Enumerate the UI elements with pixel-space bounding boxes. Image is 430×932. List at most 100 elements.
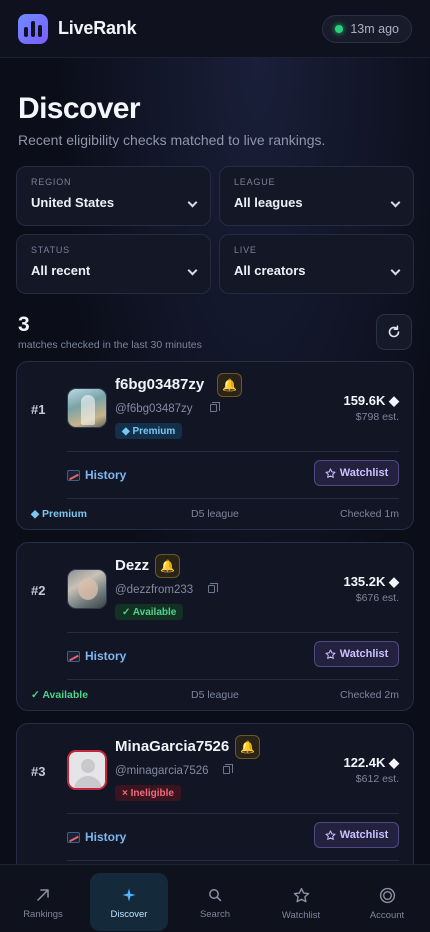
avatar (67, 388, 107, 428)
diamond-value: 159.6K ◆ (343, 393, 399, 408)
history-label: History (85, 468, 127, 482)
history-link[interactable]: History (67, 468, 126, 482)
history-label: History (85, 649, 127, 663)
tab-label: Rankings (23, 909, 63, 920)
footer-status: ◆ Premium (31, 508, 87, 520)
watchlist-label: Watchlist (339, 648, 389, 660)
divider (67, 860, 399, 861)
tab-label: Watchlist (281, 910, 321, 921)
avatar (67, 750, 107, 790)
bell-icon[interactable]: 🔔 (155, 554, 180, 578)
filter-value: All creators (234, 263, 306, 278)
filter-label: REGION (31, 177, 72, 187)
match-count: 3 (18, 313, 30, 336)
bell-icon[interactable]: 🔔 (235, 735, 260, 759)
filter-label: STATUS (31, 245, 70, 255)
star-icon (325, 829, 336, 840)
account-icon (379, 887, 395, 904)
checked-time: Checked 1m (340, 508, 399, 520)
watchlist-button[interactable]: Watchlist (314, 641, 399, 667)
filter-label: LEAGUE (234, 177, 276, 187)
tab-label: Search (199, 909, 231, 920)
refresh-button[interactable] (376, 314, 412, 350)
bell-icon[interactable]: 🔔 (217, 373, 242, 397)
diamond-value: 122.4K ◆ (343, 755, 399, 770)
diamond-value: 135.2K ◆ (343, 574, 399, 589)
match-count-caption: matches checked in the last 30 minutes (18, 339, 202, 351)
creator-card[interactable]: #1 f6bg03487zy 🔔 @f6bg03487zy ◆ Premium … (16, 361, 414, 530)
user-handle: @minagarcia7526 (115, 765, 209, 777)
last-updated-badge: 13m ago (322, 14, 412, 43)
avatar (67, 569, 107, 609)
tab-rankings[interactable]: Rankings (0, 865, 86, 932)
league-label: D5 league (191, 508, 239, 520)
username: f6bg03487zy (115, 376, 205, 393)
tab-label: Account (369, 910, 405, 921)
filter-value: All leagues (234, 195, 303, 210)
chart-icon (67, 469, 80, 481)
user-handle: @f6bg03487zy (115, 403, 193, 415)
watchlist-label: Watchlist (339, 829, 389, 841)
status-badge: ✓ Available (115, 604, 184, 620)
divider (67, 632, 399, 633)
history-label: History (85, 830, 127, 844)
divider (67, 813, 399, 814)
copy-icon[interactable] (223, 764, 233, 774)
history-link[interactable]: History (67, 649, 126, 663)
app-header: LiveRank 13m ago (0, 0, 430, 58)
creator-card[interactable]: #3 MinaGarcia7526 🔔 @minagarcia7526 × In… (16, 723, 414, 864)
app-name: LiveRank (58, 18, 137, 38)
discover-page: Discover Recent eligibility checks match… (0, 58, 430, 864)
rank-number: #1 (31, 402, 46, 417)
status-filter[interactable]: STATUS All recent (16, 234, 211, 294)
tab-label: Discover (110, 909, 148, 920)
user-handle: @dezzfrom233 (115, 584, 194, 596)
last-updated-text: 13m ago (350, 21, 399, 36)
divider (67, 451, 399, 452)
tab-account[interactable]: Account (344, 865, 430, 932)
page-title: Discover (18, 92, 141, 125)
copy-icon[interactable] (210, 402, 220, 412)
status-badge: ◆ Premium (115, 423, 183, 439)
filter-label: LIVE (234, 245, 257, 255)
history-link[interactable]: History (67, 830, 126, 844)
sparkle-icon (122, 888, 136, 902)
star-icon (325, 467, 336, 478)
trend-arrow-icon (37, 889, 49, 901)
tab-discover[interactable]: Discover (86, 865, 172, 932)
watchlist-button[interactable]: Watchlist (314, 822, 399, 848)
watchlist-button[interactable]: Watchlist (314, 460, 399, 486)
watchlist-label: Watchlist (339, 467, 389, 479)
estimated-earnings: $612 est. (355, 773, 399, 785)
divider (67, 498, 399, 499)
star-icon (293, 887, 309, 903)
divider (67, 679, 399, 680)
creator-card[interactable]: #2 Dezz 🔔 @dezzfrom233 ✓ Available 135.2… (16, 542, 414, 711)
estimated-earnings: $676 est. (355, 592, 399, 604)
search-icon (209, 889, 222, 902)
region-filter[interactable]: REGION United States (16, 166, 211, 226)
footer-status: ✓ Available (31, 689, 89, 701)
filter-value: All recent (31, 263, 91, 278)
checked-time: Checked 2m (340, 689, 399, 701)
filter-value: United States (31, 195, 115, 210)
tab-watchlist[interactable]: Watchlist (258, 865, 344, 932)
league-filter[interactable]: LEAGUE All leagues (219, 166, 414, 226)
live-filter[interactable]: LIVE All creators (219, 234, 414, 294)
rank-number: #2 (31, 583, 46, 598)
brand[interactable]: LiveRank (18, 13, 137, 44)
live-status-icon (335, 24, 344, 33)
chart-icon (67, 650, 80, 662)
status-badge: × Ineligible (115, 785, 181, 801)
chart-icon (67, 831, 80, 843)
league-label: D5 league (191, 689, 239, 701)
tab-search[interactable]: Search (172, 865, 258, 932)
star-icon (325, 648, 336, 659)
username: Dezz (115, 557, 150, 574)
copy-icon[interactable] (208, 583, 218, 593)
refresh-icon (388, 325, 400, 338)
app-logo-icon (18, 13, 48, 44)
username: MinaGarcia7526 (115, 738, 230, 755)
estimated-earnings: $798 est. (355, 411, 399, 423)
bottom-tab-bar: Rankings Discover Search Watchlist Accou… (0, 864, 430, 932)
